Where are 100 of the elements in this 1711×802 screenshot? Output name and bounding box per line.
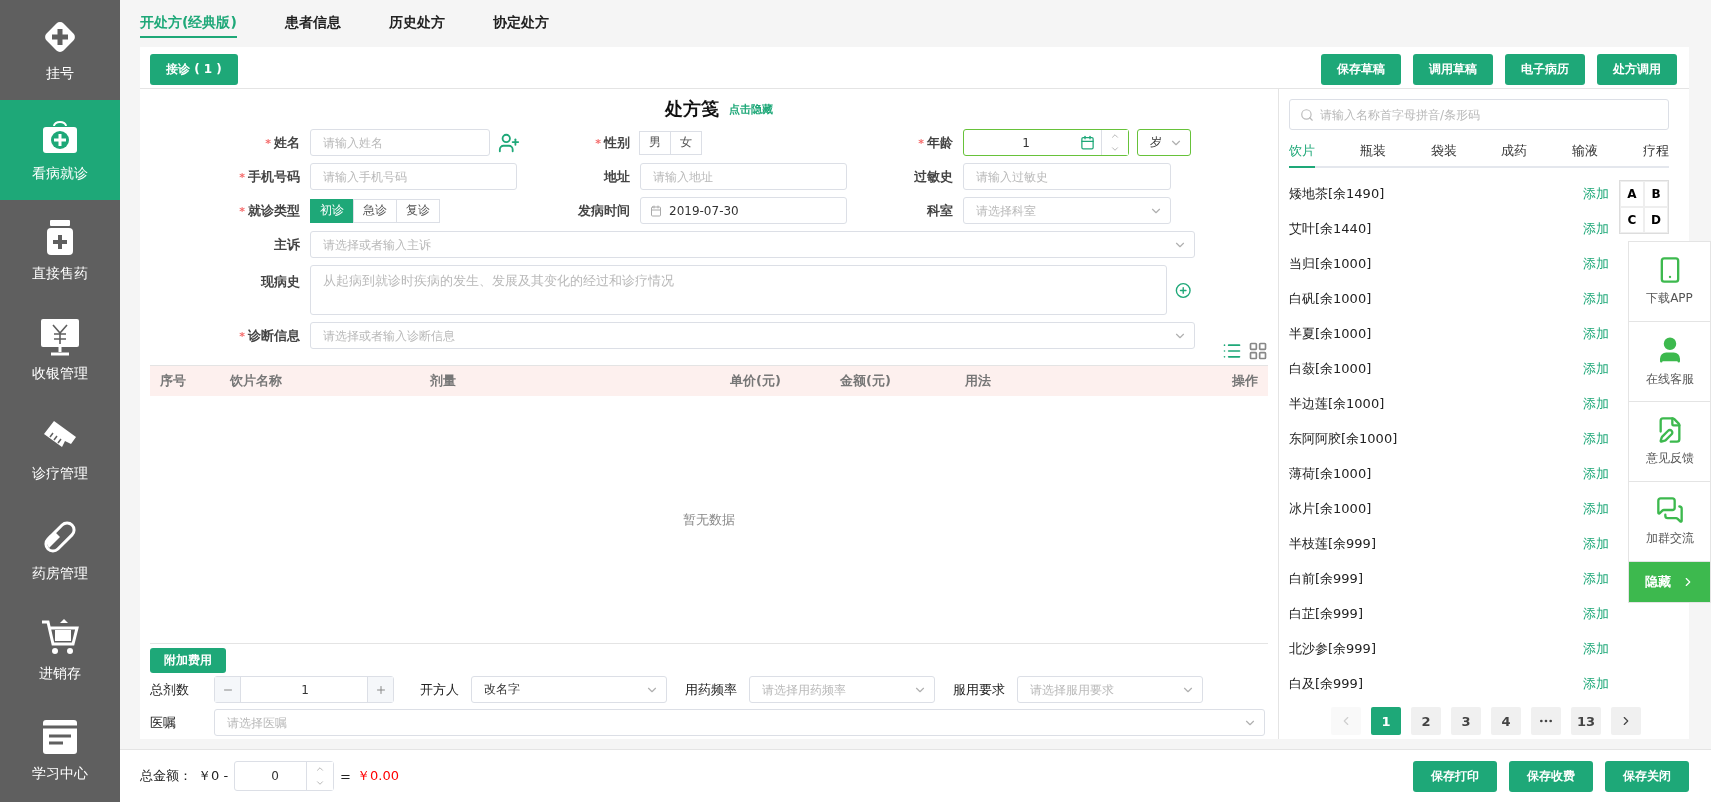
add-circle-icon[interactable] [1174,281,1191,299]
search-icon [1300,107,1314,122]
date-field[interactable]: 2019-07-30 [640,197,847,224]
add-link[interactable]: 添加 [1583,604,1609,623]
drug-name: 半枝莲[余999] [1289,534,1376,553]
add-link[interactable]: 添加 [1583,499,1609,518]
add-link[interactable]: 添加 [1583,254,1609,273]
add-link[interactable]: 添加 [1583,569,1609,588]
frequency-select[interactable]: 请选择用药频率 [749,676,935,703]
add-link[interactable]: 添加 [1583,464,1609,483]
add-link[interactable]: 添加 [1583,674,1609,693]
top-tab[interactable]: 患者信息 [284,14,341,38]
visit-type-option[interactable]: 复诊 [396,198,440,223]
column-header: 金额(元) [840,372,891,390]
field-label: * 年龄 [918,133,953,152]
field-label: 用药频率 [685,680,737,699]
chat-icon [1655,496,1684,524]
requirement-select[interactable]: 请选择服用要求 [1017,676,1203,703]
add-link[interactable]: 添加 [1583,184,1609,203]
add-link[interactable]: 添加 [1583,324,1609,343]
allergy-field[interactable]: 请输入过敏史 [963,163,1171,190]
add-user-icon[interactable] [498,131,520,154]
drug-name: 矮地茶[余1490] [1289,184,1385,203]
empty-message: 暂无数据 [683,510,735,529]
add-link[interactable]: 添加 [1583,534,1609,553]
category-tab[interactable]: 袋装 [1430,139,1457,168]
visit-type-option[interactable]: 急诊 [353,198,397,223]
history-textarea[interactable]: 从起病到就诊时疾病的发生、发展及其变化的经过和诊疗情况 [310,265,1167,315]
prescriber-select[interactable]: 改名字 [471,676,667,703]
add-link[interactable]: 添加 [1583,639,1609,658]
sidebar-item[interactable]: 进销存 [0,600,120,700]
field-label: * 姓名 [265,133,300,152]
drug-name: 白蔹[余1000] [1289,359,1372,378]
field-label: * 性别 [595,133,630,152]
address-field[interactable]: 请输入地址 [640,163,847,190]
calendar-icon [650,204,662,217]
phone-field[interactable]: 请输入手机号码 [310,163,517,190]
age-unit-select[interactable]: 岁 [1137,129,1191,156]
column-header: 用法 [965,372,991,390]
add-link[interactable]: 添加 [1583,359,1609,378]
diagnosis-select[interactable]: 请选择或者输入诊断信息 [310,322,1195,349]
letter-button[interactable]: C [1620,207,1644,233]
category-tab[interactable]: 瓶装 [1359,139,1386,168]
top-tab[interactable]: 历史处方 [388,14,445,38]
complaint-select[interactable]: 请选择或者输入主诉 [310,231,1195,258]
drug-name: 当归[余1000] [1289,254,1372,273]
next-page-button[interactable] [1611,707,1641,735]
gender-option[interactable]: 女 [670,130,702,155]
letter-button[interactable]: B [1644,181,1668,207]
decrease-button[interactable] [215,677,241,702]
total-label: 总金额： [140,767,192,785]
more-pages-button[interactable] [1531,707,1561,735]
list-view-icon[interactable] [1222,341,1242,361]
page-button[interactable]: 2 [1411,707,1441,735]
increase-button[interactable] [367,677,393,702]
column-header: 单价(元) [730,372,781,390]
name-field[interactable]: 请输入姓名 [310,129,490,156]
top-tab[interactable]: 协定处方 [492,14,549,38]
document-icon [40,717,80,757]
drug-name: 艾叶[余1440] [1289,219,1372,238]
drug-name: 北沙参[余999] [1289,639,1376,658]
field-label: 主诉 [274,235,300,254]
add-link[interactable]: 添加 [1583,394,1609,413]
page-button[interactable]: 13 [1571,707,1601,735]
letter-button[interactable]: A [1620,181,1644,207]
drug-name: 半夏[余1000] [1289,324,1372,343]
advice-select[interactable]: 请选择医嘱 [214,709,1265,736]
drug-name: 白矾[余1000] [1289,289,1372,308]
letter-button[interactable]: D [1644,207,1668,233]
sidebar-item[interactable]: 药房管理 [0,500,120,600]
field-label: * 就诊类型 [239,201,300,220]
calendar-icon [1080,135,1095,150]
search-field[interactable]: 请输入名称首字母拼音/条形码 [1289,99,1669,130]
category-tab[interactable]: 成药 [1501,139,1528,168]
shopping-cart-icon [40,617,80,657]
add-link[interactable]: 添加 [1583,219,1609,238]
add-link[interactable]: 添加 [1583,429,1609,448]
gender-option[interactable]: 男 [639,130,671,155]
field-label: 科室 [927,201,953,220]
sidebar-item[interactable]: 学习中心 [0,700,120,800]
add-link[interactable]: 添加 [1583,289,1609,308]
category-tab[interactable]: 疗程 [1643,139,1669,168]
chevron-up-icon [315,764,326,774]
drug-name: 半边莲[余1000] [1289,394,1385,413]
sidebar-item[interactable]: 直接售药 [0,200,120,300]
sidebar-item[interactable]: 收银管理 [0,300,120,400]
field-label: * 手机号码 [239,167,300,186]
page-button[interactable]: 3 [1451,707,1481,735]
category-tab[interactable]: 饮片 [1289,139,1315,168]
grid-view-icon[interactable] [1248,341,1268,361]
sidebar-item[interactable]: 挂号 [0,0,120,100]
field-label: 地址 [604,167,630,186]
sidebar-item[interactable]: 诊疗管理 [0,400,120,500]
page-button[interactable]: 4 [1491,707,1521,735]
base-amount: ￥0 - [198,767,229,785]
total-amount: ￥0.00 [357,767,399,785]
column-header: 操作 [1232,372,1258,390]
column-header: 剂量 [430,372,456,390]
department-select[interactable]: 请选择科室 [963,197,1171,224]
category-tab[interactable]: 输液 [1572,139,1599,168]
